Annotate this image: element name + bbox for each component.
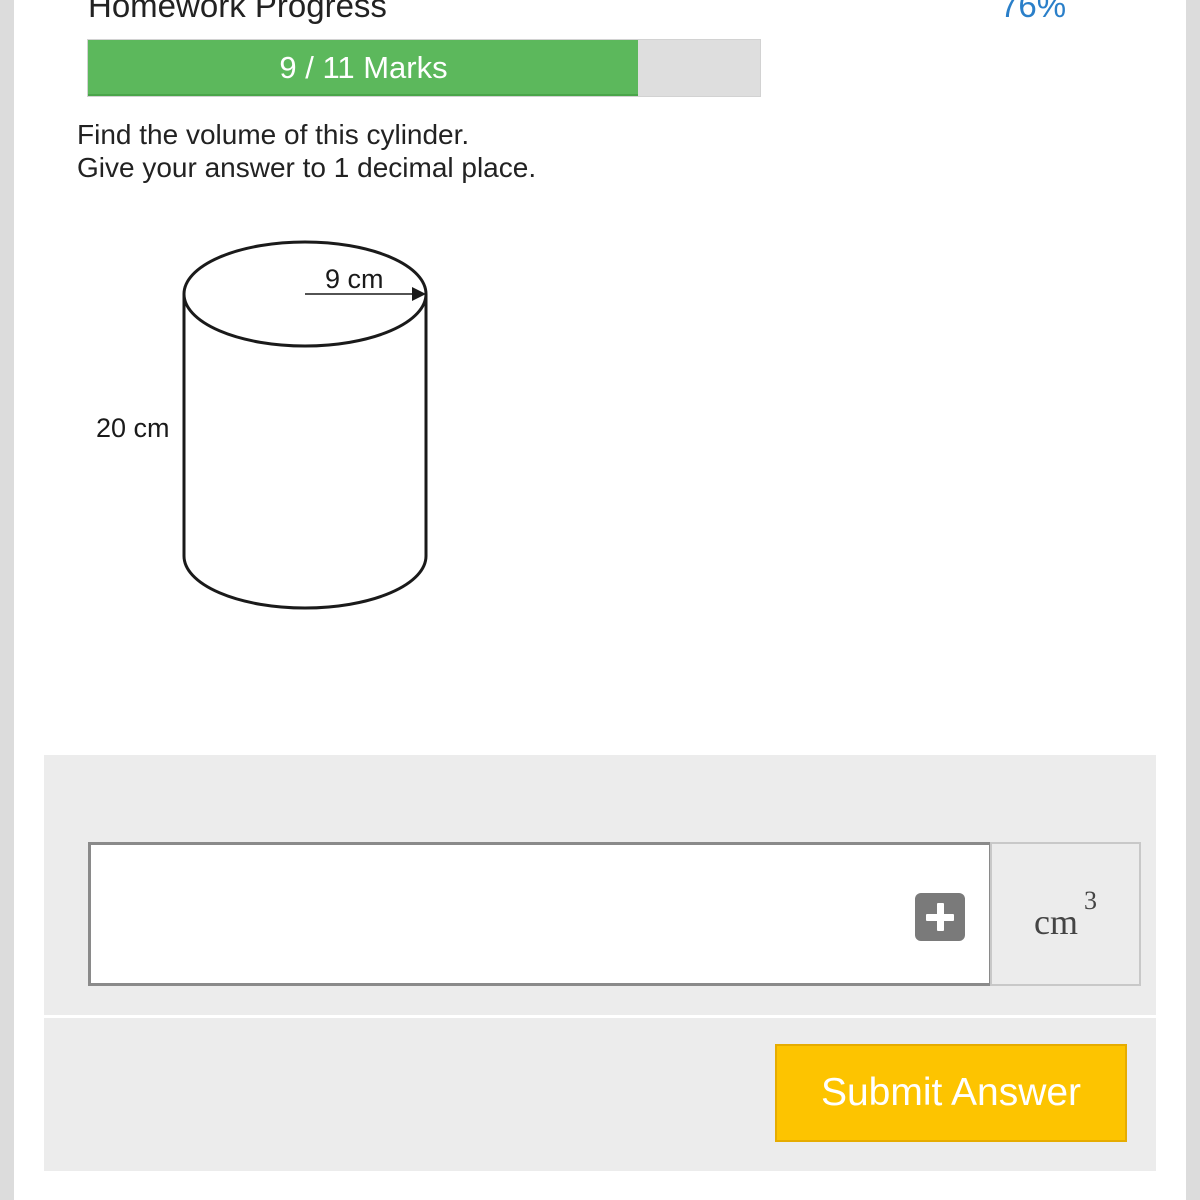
height-label: 20 cm (96, 413, 170, 443)
unit-exponent: 3 (1084, 886, 1097, 915)
cylinder-bottom-arc (182, 555, 428, 610)
answer-input[interactable] (88, 842, 992, 986)
unit-box: cm 3 (990, 842, 1141, 986)
plus-square-icon[interactable] (915, 893, 965, 941)
radius-arrowhead (412, 287, 426, 301)
panel-divider (44, 1015, 1156, 1018)
unit-label: cm (1034, 902, 1078, 942)
cylinder-diagram: 9 cm 20 cm (96, 240, 428, 610)
submit-answer-button[interactable]: Submit Answer (775, 1044, 1127, 1142)
radius-label: 9 cm (325, 264, 384, 294)
